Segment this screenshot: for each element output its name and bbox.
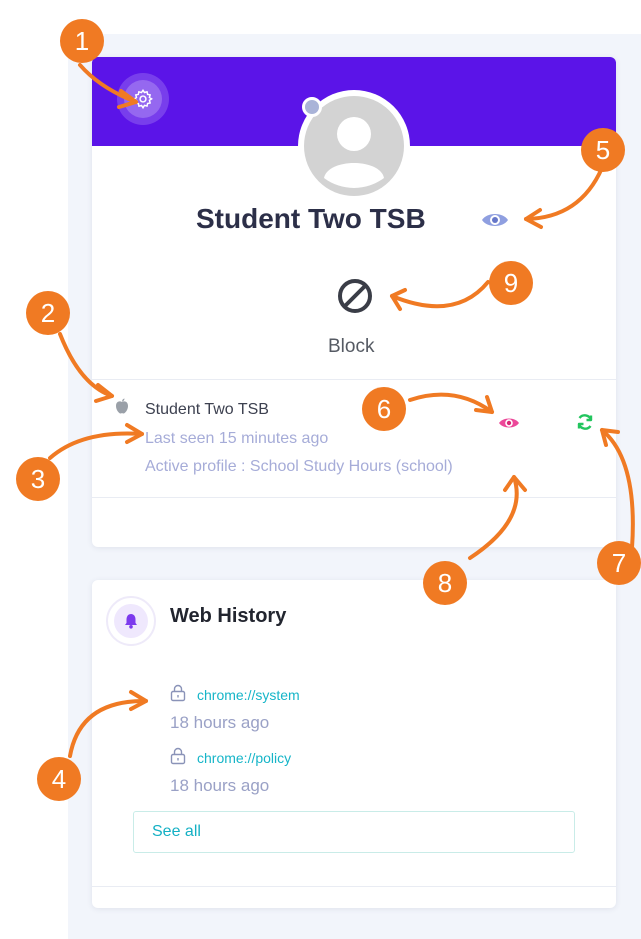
block-button[interactable]: [336, 277, 374, 320]
refresh-icon: [577, 414, 593, 430]
status-dot: [302, 97, 322, 117]
view-profile-button[interactable]: [481, 211, 509, 234]
callout-1: 1: [60, 19, 104, 63]
callout-8: 8: [423, 561, 467, 605]
lock-icon: [170, 684, 186, 707]
view-device-button[interactable]: [498, 416, 520, 435]
device-name: Student Two TSB: [145, 401, 269, 418]
lock-icon: [170, 747, 186, 770]
block-icon: [338, 279, 372, 313]
callout-2: 2: [26, 291, 70, 335]
settings-button[interactable]: [117, 73, 169, 125]
history-time: 18 hours ago: [170, 713, 270, 732]
active-profile-text: Active profile : School Study Hours (sch…: [145, 458, 453, 475]
eye-icon: [499, 418, 519, 428]
callout-7: 7: [597, 541, 641, 585]
profile-name: Student Two TSB: [196, 203, 426, 234]
divider: [92, 886, 616, 887]
web-history-title: Web History: [170, 605, 287, 627]
gear-icon: [124, 80, 162, 118]
callout-5: 5: [581, 128, 625, 172]
callout-6: 6: [362, 387, 406, 431]
callout-4: 4: [37, 757, 81, 801]
divider: [92, 497, 616, 498]
refresh-button[interactable]: [576, 413, 594, 436]
history-url-link[interactable]: chrome://policy: [197, 750, 291, 766]
web-history-icon-badge: [106, 596, 156, 646]
see-all-button[interactable]: See all: [133, 811, 575, 853]
divider: [92, 379, 616, 380]
history-url-link[interactable]: chrome://system: [197, 687, 300, 703]
web-history-card: [92, 580, 616, 908]
block-label: Block: [328, 336, 375, 357]
apple-icon: [115, 398, 129, 419]
eye-icon: [482, 214, 508, 226]
bell-icon: [125, 614, 137, 629]
callout-9: 9: [489, 261, 533, 305]
last-seen-text: Last seen 15 minutes ago: [145, 430, 329, 447]
callout-3: 3: [16, 457, 60, 501]
history-time: 18 hours ago: [170, 776, 270, 795]
